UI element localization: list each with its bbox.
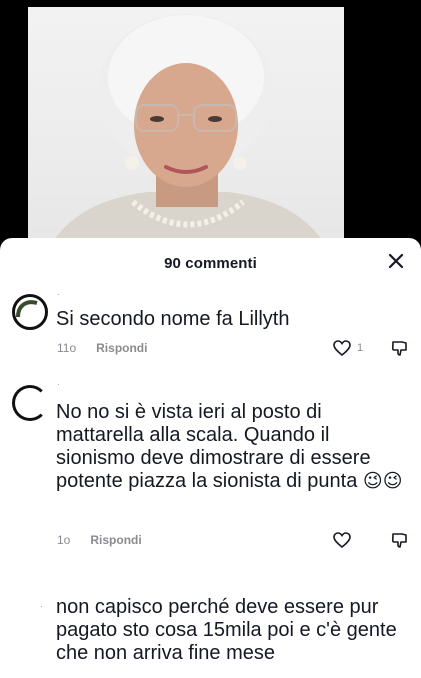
reply-button[interactable]: Rispondi: [96, 341, 147, 355]
close-icon: [388, 253, 404, 269]
comment-text: No no si è vista ieri al posto di mattar…: [56, 401, 403, 493]
dislike-button[interactable]: [391, 532, 408, 554]
comment-item: · No no si è vista ieri al posto di matt…: [0, 378, 421, 558]
portrait-photo: [28, 7, 344, 250]
comment-age: 1o: [57, 533, 71, 547]
comment-username[interactable]: ·: [57, 290, 60, 299]
comment-text: non capisco perché deve essere pur pagat…: [56, 596, 397, 664]
comments-header: 90 commenti: [0, 238, 421, 284]
heart-icon: [333, 532, 351, 548]
like-button[interactable]: 1: [333, 340, 363, 356]
comment-text: Si secondo nome fa Lillyth: [56, 308, 290, 330]
comment-username[interactable]: ·: [40, 602, 43, 611]
like-button[interactable]: [333, 532, 351, 548]
comment-meta: 11o Rispondi: [57, 341, 147, 355]
comments-sheet: 90 commenti · Si secondo nome fa Lillyth…: [0, 238, 421, 678]
avatar-icon: [17, 390, 43, 416]
dislike-button[interactable]: [391, 340, 408, 362]
thumbs-down-icon: [391, 533, 407, 548]
comment-meta: 1o Rispondi: [57, 533, 142, 547]
avatar[interactable]: [12, 294, 48, 330]
thumbs-down-icon: [391, 341, 407, 356]
comment-age: 11o: [57, 341, 77, 355]
heart-icon: [333, 340, 351, 356]
comment-username[interactable]: ·: [57, 380, 60, 389]
comment-body: No no si è vista ieri al posto di mattar…: [56, 401, 371, 492]
video-background: [0, 0, 421, 250]
avatar-icon: [16, 300, 38, 318]
wink-emoji: 😉😉: [362, 470, 403, 492]
comment-item: · Si secondo nome fa Lillyth 11o Rispond…: [0, 288, 421, 368]
like-count: 1: [357, 342, 364, 354]
comment-item: · non capisco perché deve essere pur pag…: [0, 588, 421, 678]
portrait-illustration: [48, 14, 328, 250]
avatar[interactable]: [12, 385, 48, 421]
comments-count-title: 90 commenti: [164, 254, 257, 272]
close-button[interactable]: [383, 248, 409, 274]
reply-button[interactable]: Rispondi: [90, 533, 141, 547]
